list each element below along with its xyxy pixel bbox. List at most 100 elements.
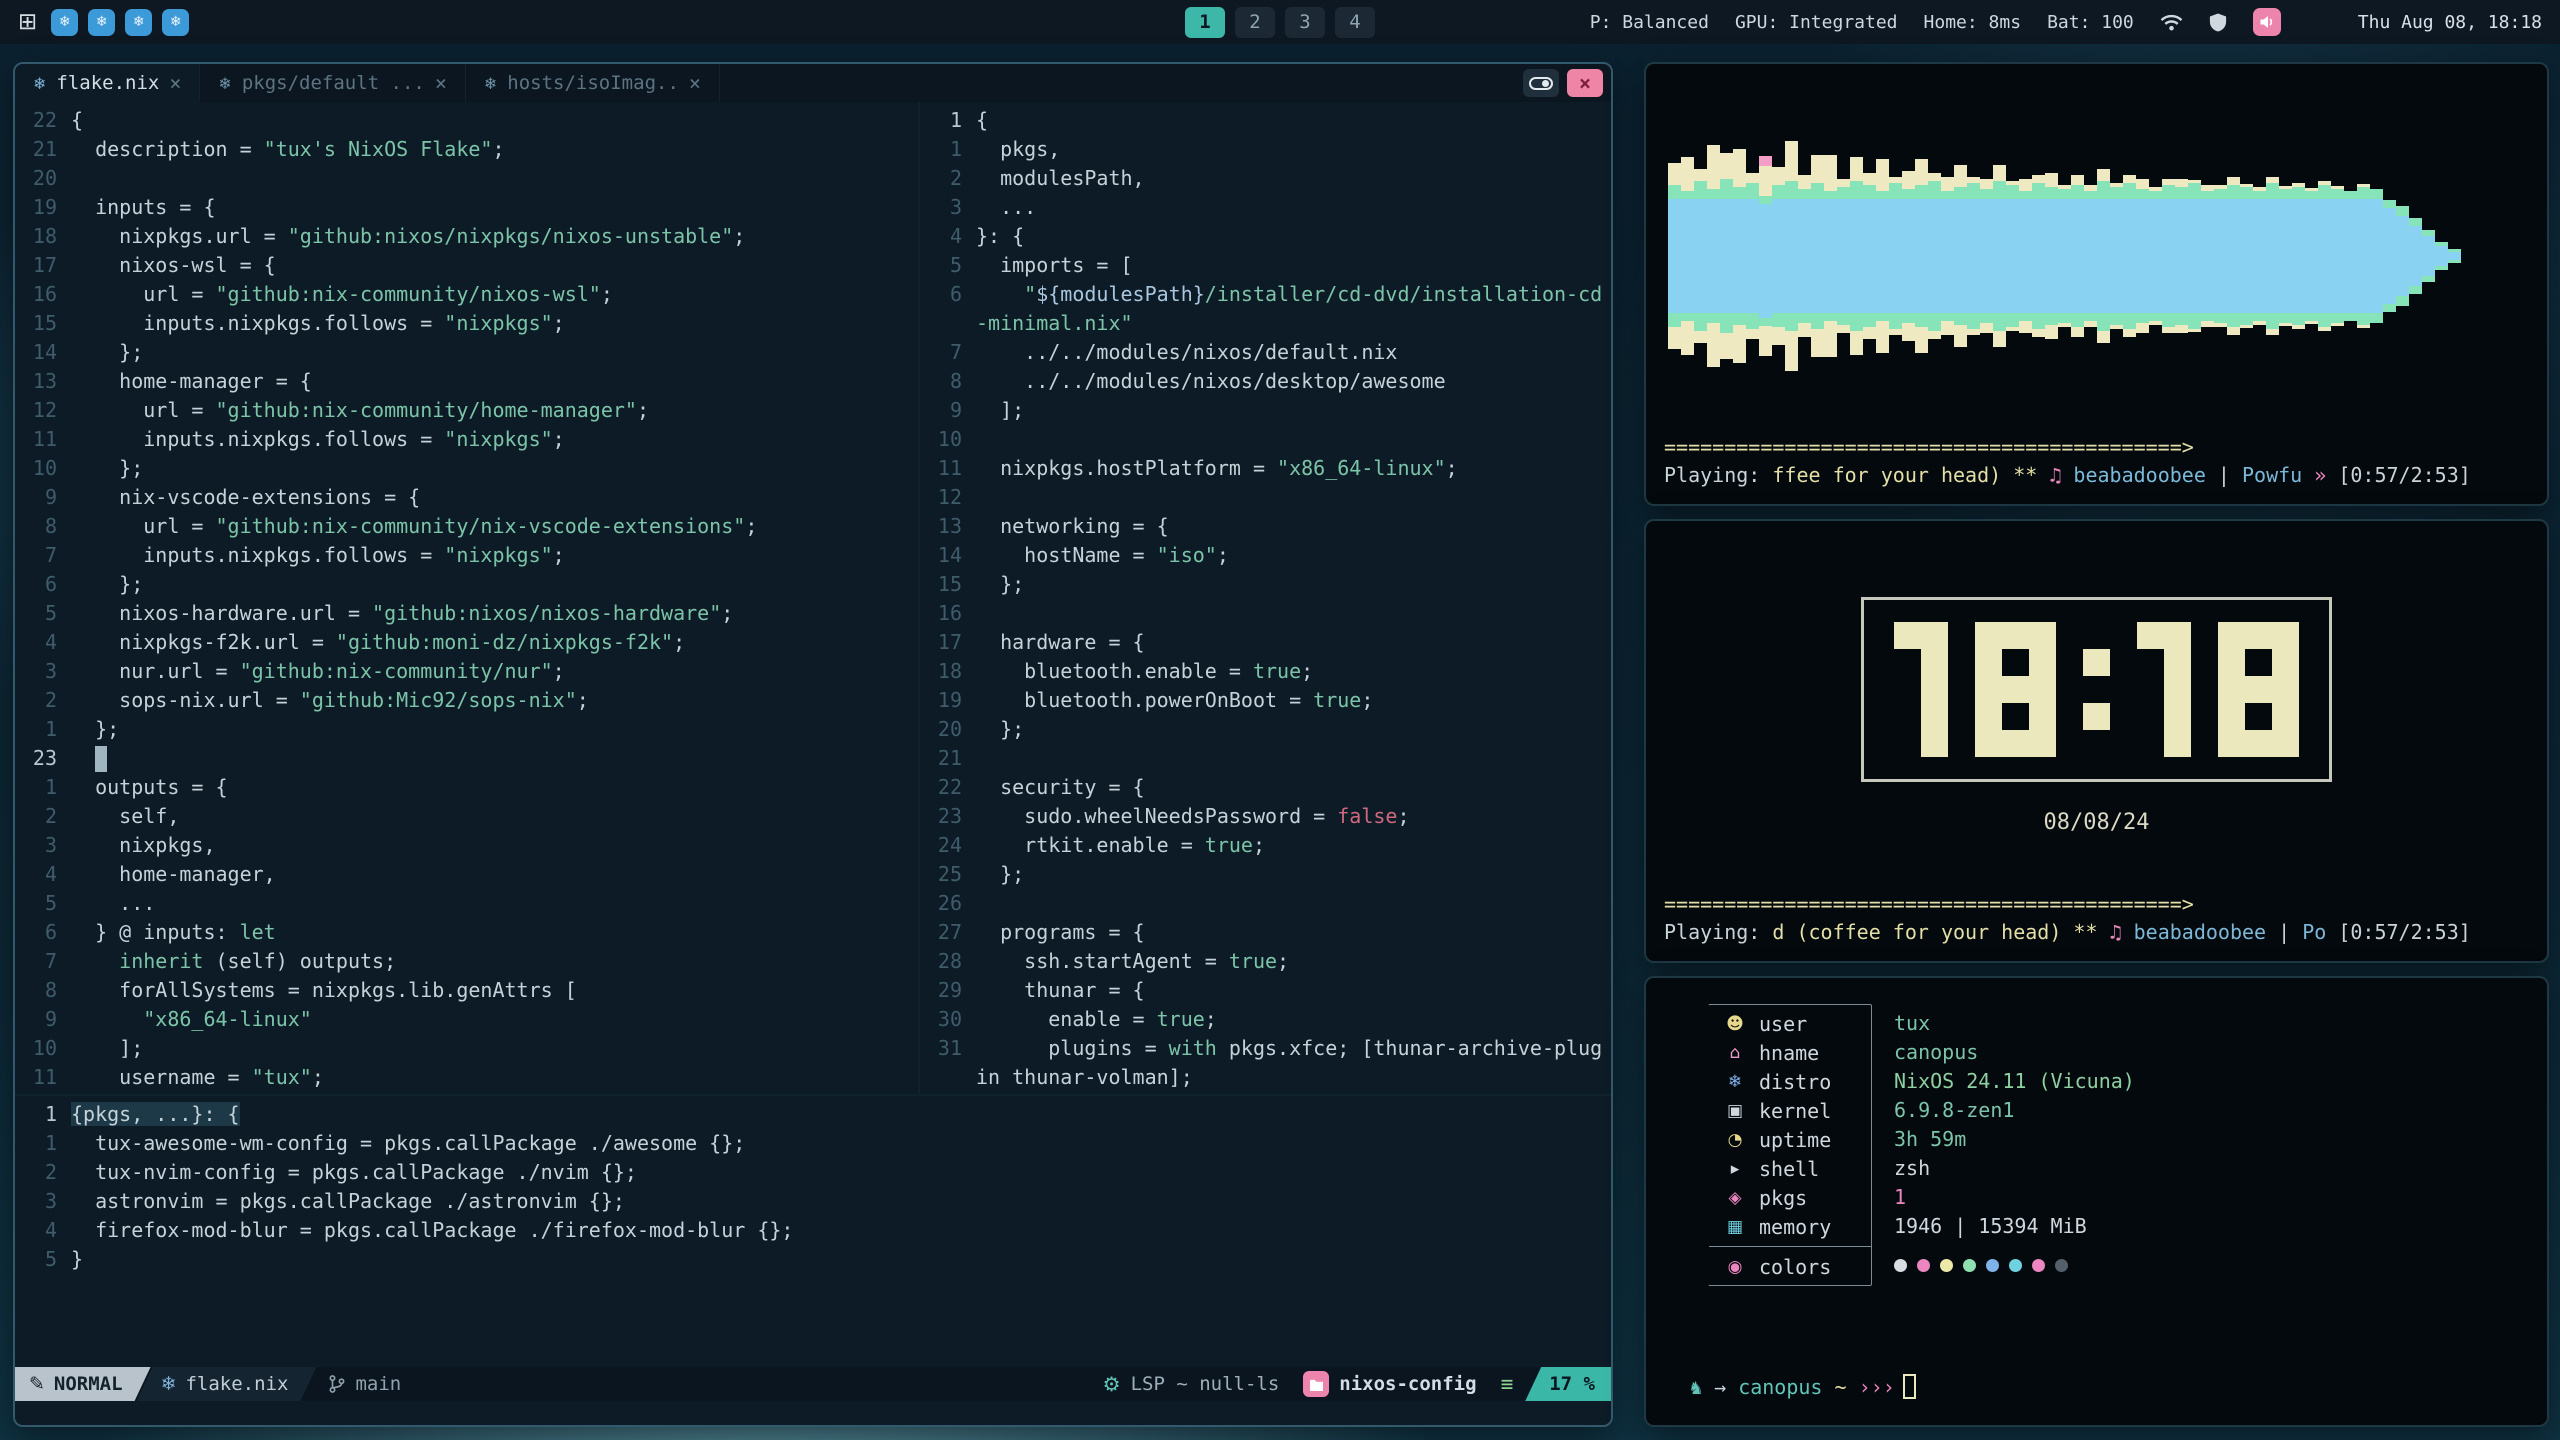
nix-snowflake-icon: ❄ bbox=[218, 74, 231, 93]
git-branch-icon bbox=[328, 1374, 346, 1394]
code-line: 17 hardware = { bbox=[920, 628, 1611, 657]
waveform-column bbox=[1785, 141, 1798, 371]
clock-digit bbox=[1894, 622, 1948, 757]
waveform-column bbox=[2162, 179, 2175, 333]
gear-icon: ⚙ bbox=[1103, 1372, 1121, 1396]
audio-waveform bbox=[1664, 78, 2529, 434]
workspace-4[interactable]: 4 bbox=[1335, 7, 1375, 38]
line-number: 4 bbox=[15, 628, 71, 657]
code-line: 4 home-manager, bbox=[15, 860, 918, 889]
visualizer-window: ========================================… bbox=[1644, 62, 2549, 506]
text-segment: Playing: bbox=[1664, 463, 1772, 487]
fetch-terminal-window[interactable]: ☻user⌂hname❄distro▣kernel◔uptime▸shell◈p… bbox=[1644, 976, 2549, 1427]
waveform-column bbox=[2318, 181, 2331, 331]
tag-4-icon[interactable]: ❄ bbox=[162, 9, 189, 36]
waveform-column bbox=[2409, 218, 2422, 294]
editor-window: ❄flake.nix×❄pkgs/default ...×❄hosts/isoI… bbox=[13, 62, 1613, 1427]
theme-toggle-button[interactable] bbox=[1523, 69, 1559, 97]
tab-flake-nix[interactable]: ❄flake.nix× bbox=[15, 64, 200, 102]
wifi-icon[interactable] bbox=[2160, 13, 2183, 32]
systray-icon[interactable] bbox=[2307, 14, 2332, 31]
tag-3-icon[interactable]: ❄ bbox=[125, 9, 152, 36]
code-text: url = "github:nix-community/nixos-wsl"; bbox=[71, 280, 918, 309]
code-text: home-manager = { bbox=[71, 367, 918, 396]
volume-icon[interactable] bbox=[2253, 8, 2281, 36]
code-text: ... bbox=[71, 889, 918, 918]
waveform-column bbox=[1798, 175, 1811, 337]
tag-1-icon[interactable]: ❄ bbox=[51, 9, 78, 36]
code-line: 8 url = "github:nix-community/nix-vscode… bbox=[15, 512, 918, 541]
system-fetch: ☻user⌂hname❄distro▣kernel◔uptime▸shell◈p… bbox=[1708, 1004, 2529, 1286]
waveform-column bbox=[1837, 179, 1850, 333]
close-window-button[interactable]: × bbox=[1567, 69, 1603, 97]
waveform-column bbox=[1772, 167, 1785, 345]
line-number: 20 bbox=[15, 164, 71, 193]
line-number: 1 bbox=[15, 1100, 71, 1129]
line-number: 13 bbox=[15, 367, 71, 396]
status-items: P: BalancedGPU: IntegratedHome: 8msBat: … bbox=[1590, 12, 2134, 33]
shield-icon[interactable] bbox=[2209, 12, 2227, 33]
code-line: 28 ssh.startAgent = true; bbox=[920, 947, 1611, 976]
tab-close-button[interactable]: × bbox=[689, 71, 701, 95]
distro-icon: ❄ bbox=[1723, 1072, 1747, 1092]
topbar-left: ⊞ ❄ ❄ ❄ ❄ bbox=[18, 9, 189, 36]
shell-prompt[interactable]: ♞ → canopus ~ ››› bbox=[1664, 1374, 2529, 1409]
line-number: 27 bbox=[920, 918, 976, 947]
code-text: inputs.nixpkgs.follows = "nixpkgs"; bbox=[71, 309, 918, 338]
text-segment: → bbox=[1714, 1375, 1738, 1399]
code-text: sudo.wheelNeedsPassword = false; bbox=[976, 802, 1611, 831]
command-line[interactable] bbox=[15, 1401, 1611, 1425]
code-text: hostName = "iso"; bbox=[976, 541, 1611, 570]
line-number: 21 bbox=[920, 744, 976, 773]
waveform-column bbox=[1811, 155, 1824, 357]
line-number: 2 bbox=[15, 686, 71, 715]
user-icon: ☻ bbox=[1723, 1014, 1747, 1034]
waveform-column bbox=[2331, 186, 2344, 326]
pane-iso-image[interactable]: 1{1 pkgs,2 modulesPath,3 ...4}: {5 impor… bbox=[920, 102, 1611, 1094]
code-line: 8 ../../modules/nixos/desktop/awesome bbox=[920, 367, 1611, 396]
code-line: 23 bbox=[15, 744, 918, 773]
pane-flake-nix[interactable]: 22{21 description = "tux's NixOS Flake";… bbox=[15, 102, 920, 1094]
code-text: inputs.nixpkgs.follows = "nixpkgs"; bbox=[71, 541, 918, 570]
statusline-left: ✎NORMAL ❄flake.nix main bbox=[15, 1367, 417, 1401]
code-line: 24 rtkit.enable = true; bbox=[920, 831, 1611, 860]
separator-line: ========================================… bbox=[1664, 891, 2529, 918]
waveform-column bbox=[2149, 187, 2162, 325]
line-number: 8 bbox=[920, 367, 976, 396]
code-line: 10 ]; bbox=[15, 1034, 918, 1063]
waveform-column bbox=[1863, 173, 1876, 339]
line-number: 8 bbox=[15, 512, 71, 541]
tab-pkgs-default-[interactable]: ❄pkgs/default ...× bbox=[200, 64, 465, 102]
line-number: 4 bbox=[920, 222, 976, 251]
workspace-1[interactable]: 1 bbox=[1185, 7, 1225, 38]
workspace-2[interactable]: 2 bbox=[1235, 7, 1275, 38]
line-number: 15 bbox=[920, 570, 976, 599]
code-line: 2 sops-nix.url = "github:Mic92/sops-nix"… bbox=[15, 686, 918, 715]
tag-2-icon[interactable]: ❄ bbox=[88, 9, 115, 36]
line-number: 2 bbox=[15, 1158, 71, 1187]
code-line: 9 "x86_64-linux" bbox=[15, 1005, 918, 1034]
waveform-column bbox=[1876, 159, 1889, 353]
text-segment: » bbox=[2302, 463, 2338, 487]
tab-close-button[interactable]: × bbox=[169, 71, 181, 95]
line-number: 25 bbox=[920, 860, 976, 889]
tab-hosts-isoImag-[interactable]: ❄hosts/isoImag..× bbox=[466, 64, 720, 102]
code-text: "${modulesPath}/installer/cd-dvd/install… bbox=[976, 280, 1611, 338]
code-text: inputs.nixpkgs.follows = "nixpkgs"; bbox=[71, 425, 918, 454]
code-text bbox=[71, 164, 918, 193]
code-text: hardware = { bbox=[976, 628, 1611, 657]
waveform-column bbox=[2435, 242, 2448, 270]
waveform-column bbox=[2279, 186, 2292, 326]
code-text: }; bbox=[976, 860, 1611, 889]
waveform-column bbox=[2006, 181, 2019, 331]
menu-grid-icon[interactable]: ⊞ bbox=[18, 9, 37, 35]
pane-pkgs-default[interactable]: 1{pkgs, ...}: {1 tux-awesome-wm-config =… bbox=[15, 1094, 1611, 1367]
line-number: 3 bbox=[920, 193, 976, 222]
code-line: 25 }; bbox=[920, 860, 1611, 889]
tab-close-button[interactable]: × bbox=[435, 71, 447, 95]
code-line: 30 enable = true; bbox=[920, 1005, 1611, 1034]
workspace-3[interactable]: 3 bbox=[1285, 7, 1325, 38]
line-number: 3 bbox=[15, 657, 71, 686]
code-text: nixos-wsl = { bbox=[71, 251, 918, 280]
color-dot bbox=[1986, 1259, 1999, 1272]
